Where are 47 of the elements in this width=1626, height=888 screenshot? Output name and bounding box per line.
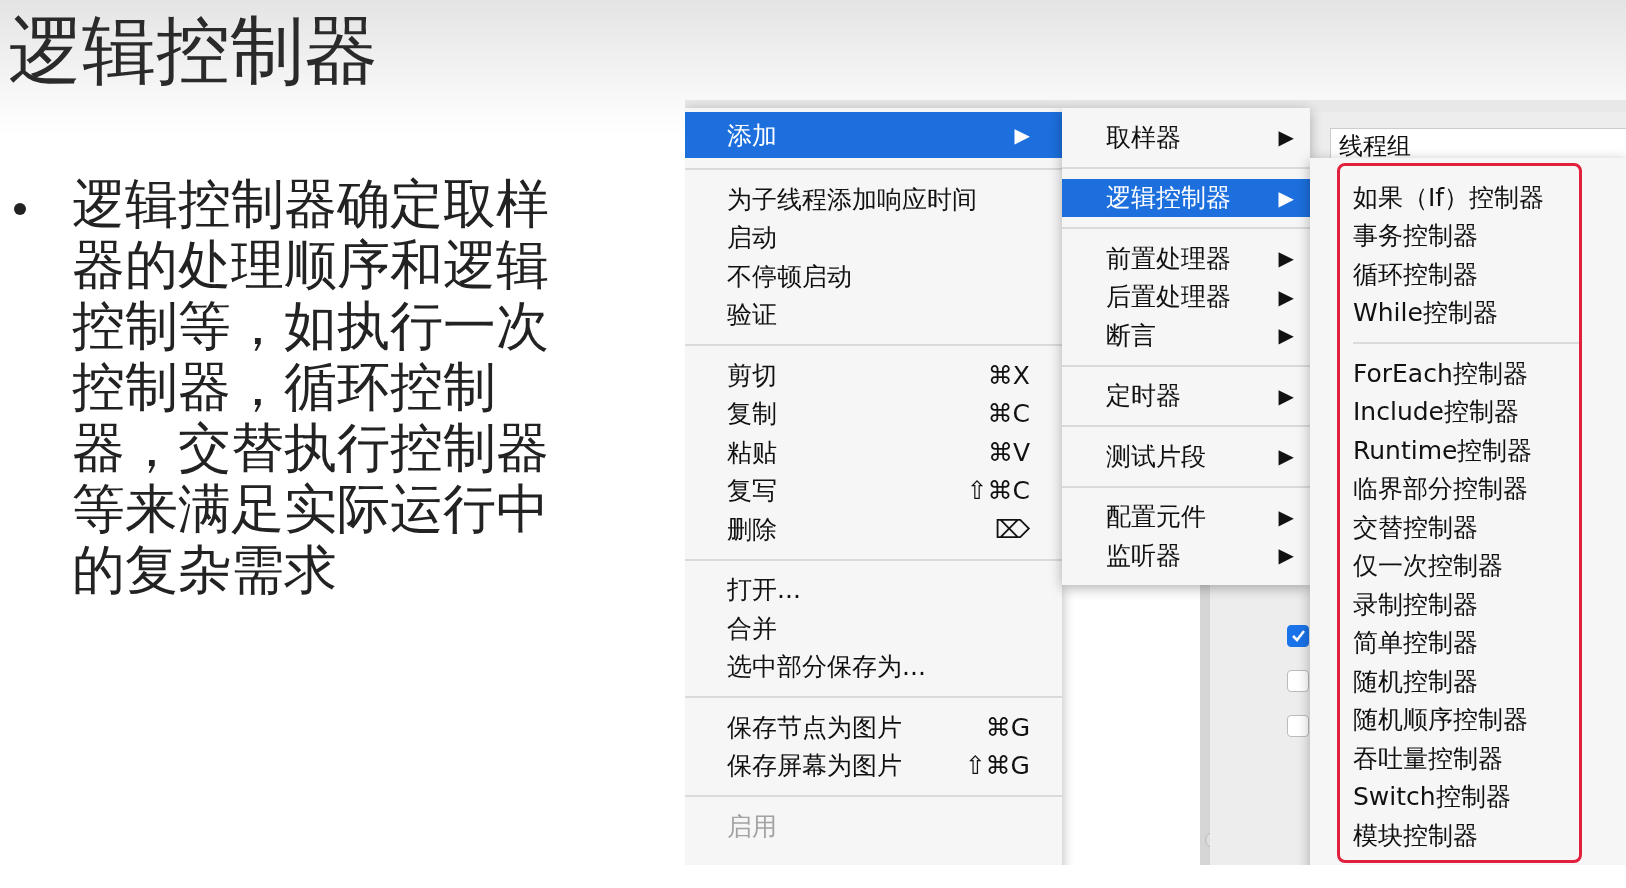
menu-item[interactable]: Include控制器 <box>1353 392 1579 431</box>
menu-item[interactable]: 简单控制器 <box>1353 623 1579 662</box>
menu-item[interactable]: 剪切 ⌘X <box>685 356 1062 395</box>
menu-item[interactable]: 选中部分保存为... <box>685 647 1062 686</box>
menu-item[interactable]: 合并 <box>685 609 1062 648</box>
menu-item[interactable]: 取样器 ▶ <box>1062 118 1310 157</box>
menu-item[interactable]: 随机控制器 <box>1353 662 1579 701</box>
menu-item[interactable]: 吞吐量控制器 <box>1353 739 1579 778</box>
menu-item[interactable]: 保存节点为图片 ⌘G <box>685 708 1062 747</box>
menu-item[interactable]: 启动 <box>685 218 1062 257</box>
menu-item[interactable]: 仅一次控制器 <box>1353 546 1579 585</box>
menu-item[interactable]: 录制控制器 <box>1353 585 1579 624</box>
menu-item[interactable]: 事务控制器 <box>1353 216 1579 255</box>
checkbox[interactable] <box>1287 670 1309 692</box>
menu-item[interactable]: 保存屏幕为图片 ⇧⌘G <box>685 746 1062 785</box>
menu-item[interactable]: 配置元件 ▶ <box>1062 497 1310 536</box>
menu-item[interactable]: 不停顿启动 <box>685 257 1062 296</box>
menu-item[interactable]: 添加 ▶ <box>685 112 1062 158</box>
menu-item[interactable]: 前置处理器 ▶ <box>1062 239 1310 278</box>
menu-item[interactable]: Runtime控制器 <box>1353 431 1579 470</box>
menu-item[interactable]: 监听器 ▶ <box>1062 536 1310 575</box>
menu-item[interactable]: 删除 ⌦ <box>685 510 1062 549</box>
menu-item[interactable]: 断言 ▶ <box>1062 316 1310 355</box>
menu-item[interactable]: ForEach控制器 <box>1353 354 1579 393</box>
slide-title: 逻辑控制器 <box>8 6 378 95</box>
bullet-text: 逻辑控制器确定取样器的处理顺序和逻辑控制等，如执行一次控制器，循环控制器，交替执行控制器等来满足实际运行中的复杂需求 <box>72 173 550 600</box>
menu-item[interactable]: 逻辑控制器 ▶ <box>1062 178 1310 217</box>
menu-item[interactable]: 验证 <box>685 295 1062 334</box>
menu-item[interactable]: 随机顺序控制器 <box>1353 700 1579 739</box>
menu-item[interactable]: 模块控制器 <box>1353 816 1579 855</box>
menu-item[interactable]: 粘贴 ⌘V <box>685 433 1062 472</box>
menu-item[interactable]: 测试片段 ▶ <box>1062 437 1310 476</box>
menu-item[interactable]: 复制 ⌘C <box>685 394 1062 433</box>
menu-item[interactable]: 如果（If）控制器 <box>1353 178 1579 217</box>
menu-item[interactable]: 循环控制器 <box>1353 255 1579 294</box>
checkbox[interactable] <box>1287 625 1309 647</box>
menu-item[interactable]: 定时器 ▶ <box>1062 376 1310 415</box>
menu-item[interactable]: 交替控制器 <box>1353 508 1579 547</box>
bullet-icon <box>14 203 26 215</box>
checkbox[interactable] <box>1287 715 1309 737</box>
menu-item[interactable]: 临界部分控制器 <box>1353 469 1579 508</box>
menu-item[interactable]: While控制器 <box>1353 293 1579 332</box>
menu-item[interactable]: 打开... <box>685 570 1062 609</box>
menu-item[interactable]: 为子线程添加响应时间 <box>685 180 1062 219</box>
menu-item[interactable]: 复写 ⇧⌘C <box>685 471 1062 510</box>
menu-item[interactable]: Switch控制器 <box>1353 777 1579 816</box>
menu-item[interactable]: 后置处理器 ▶ <box>1062 277 1310 316</box>
